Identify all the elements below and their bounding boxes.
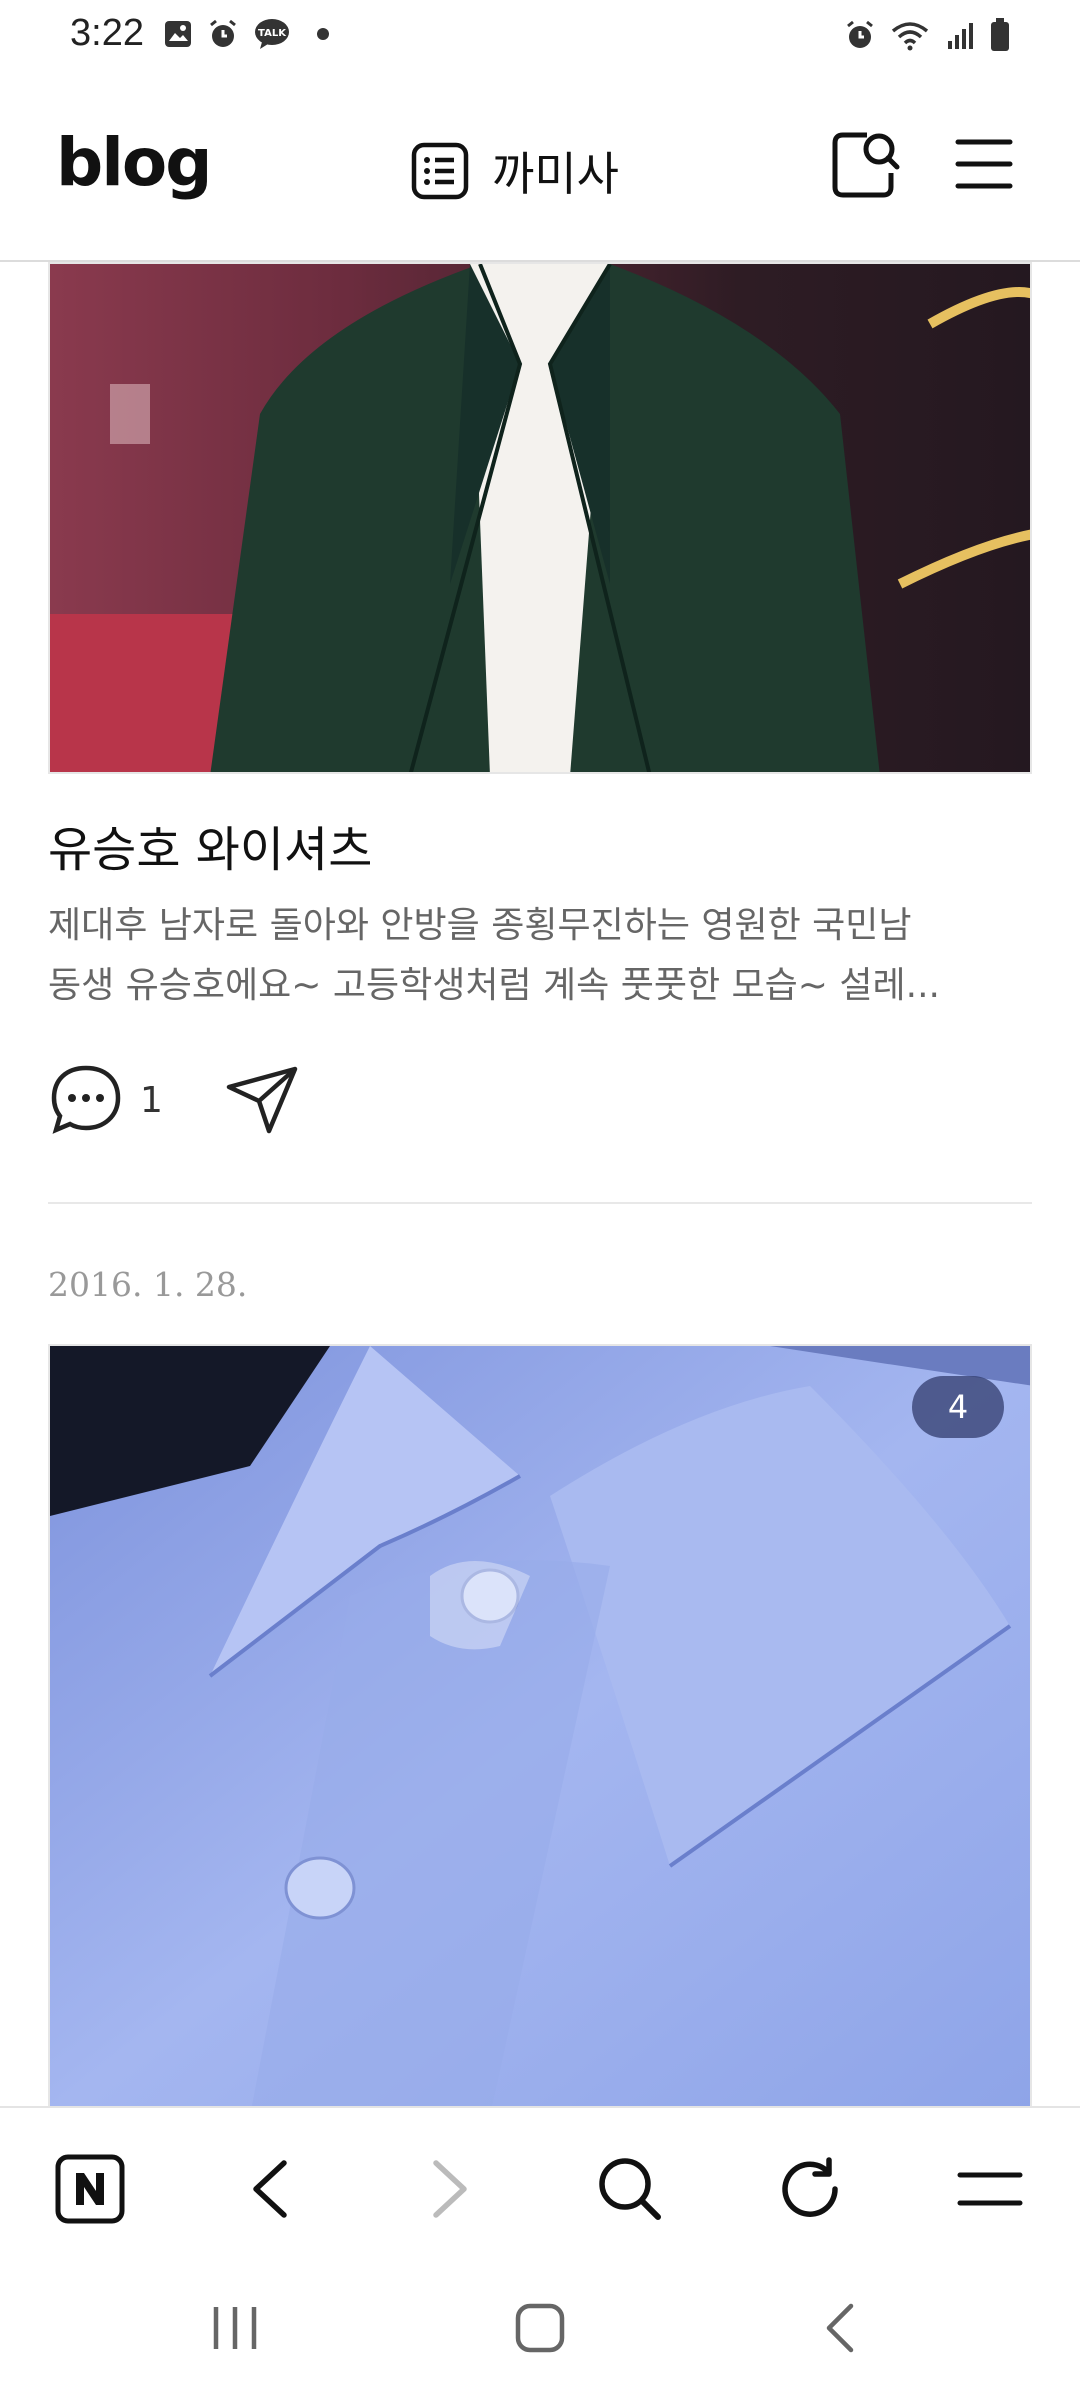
refresh-button[interactable] <box>765 2144 855 2234</box>
status-notification-icons: TALK <box>163 18 329 50</box>
status-bar: 3:22 TALK <box>0 0 1080 72</box>
menu-icon <box>955 139 1013 189</box>
signal-icon <box>948 23 973 49</box>
post-image[interactable] <box>48 262 1032 774</box>
post-excerpt-line: 동생 유승호에요~ 고등학생처럼 계속 풋풋한 모습~ 설레... <box>48 965 940 1006</box>
forward-button[interactable] <box>405 2144 495 2234</box>
back-icon <box>253 2160 287 2218</box>
post-photo-jacket <box>50 264 1030 772</box>
gallery-icon <box>165 21 191 47</box>
system-back-button[interactable] <box>795 2288 885 2368</box>
wifi-icon <box>891 22 929 51</box>
browser-menu-button[interactable] <box>945 2144 1035 2234</box>
battery-icon <box>991 18 1009 51</box>
search-profile-icon <box>832 132 900 198</box>
post-excerpt[interactable]: 제대후 남자로 돌아와 안방을 종횡무진하는 영원한 국민남 동생 유승호에요~… <box>48 896 1032 1016</box>
post-actions: 1 <box>48 1062 299 1138</box>
post-excerpt-line: 제대후 남자로 돌아와 안방을 종횡무진하는 영원한 국민남 <box>48 905 912 946</box>
svg-text:TALK: TALK <box>258 28 287 39</box>
blog-logo[interactable]: blog <box>56 124 212 201</box>
back-icon <box>826 2303 854 2353</box>
share-icon <box>226 1066 298 1134</box>
comment-button[interactable]: 1 <box>48 1062 163 1138</box>
home-icon <box>515 2303 565 2353</box>
recent-apps-icon <box>213 2307 257 2349</box>
search-profile-button[interactable] <box>830 128 902 200</box>
share-button[interactable] <box>225 1065 299 1135</box>
blog-name-label: 까미사 <box>492 147 619 201</box>
post-photo-shirt <box>50 1346 1030 2106</box>
list-icon <box>411 142 469 200</box>
forward-icon <box>433 2160 467 2218</box>
alarm-icon <box>847 20 873 48</box>
blog-header: blog 까미사 <box>0 72 1080 262</box>
status-system-icons <box>844 18 1010 52</box>
comment-count: 1 <box>140 1079 163 1121</box>
back-button[interactable] <box>225 2144 315 2234</box>
more-notifications-dot <box>317 28 329 40</box>
post-image[interactable]: 4 <box>48 1344 1032 2106</box>
blog-name-button[interactable]: 까미사 <box>410 138 619 204</box>
post-divider <box>48 1202 1032 1204</box>
menu-icon <box>957 2172 1023 2206</box>
browser-toolbar <box>0 2106 1080 2260</box>
naver-home-icon <box>55 2154 125 2224</box>
alarm-icon <box>210 19 236 47</box>
system-navigation-bar <box>0 2258 1080 2400</box>
image-count-badge: 4 <box>912 1376 1004 1438</box>
naver-home-button[interactable] <box>45 2144 135 2234</box>
menu-button[interactable] <box>948 128 1020 200</box>
recent-apps-button[interactable] <box>190 2288 280 2368</box>
home-button[interactable] <box>495 2288 585 2368</box>
post-date: 2016. 1. 28. <box>48 1265 248 1304</box>
comment-icon <box>51 1065 121 1134</box>
post-title[interactable]: 유승호 와이셔츠 <box>48 810 372 880</box>
search-button[interactable] <box>585 2144 675 2234</box>
search-icon <box>599 2158 661 2220</box>
status-time: 3:22 <box>70 12 144 54</box>
post-feed[interactable]: 유승호 와이셔츠 제대후 남자로 돌아와 안방을 종횡무진하는 영원한 국민남 … <box>0 262 1080 2106</box>
talk-icon: TALK <box>255 19 289 49</box>
refresh-icon <box>782 2157 838 2217</box>
